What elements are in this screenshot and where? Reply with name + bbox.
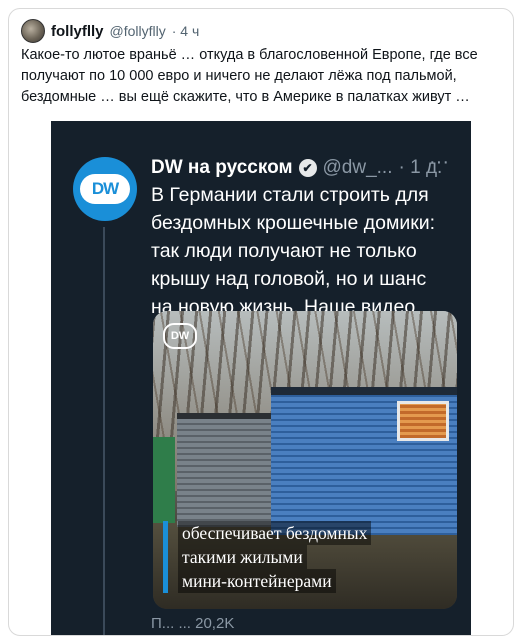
author-handle[interactable]: @follyflly — [110, 23, 166, 39]
more-options-icon[interactable]: ··· — [429, 151, 449, 174]
verified-badge-icon: ✔ — [298, 159, 317, 177]
quoted-header: DW на русском ✔ @dw_... · 1 д. — [151, 157, 442, 179]
quoted-screenshot[interactable]: DW DW на русском ✔ @dw_... · 1 д. ··· В … — [51, 121, 471, 635]
gray-cabin — [177, 413, 271, 527]
caption-line: такими жилыми — [178, 545, 307, 569]
video-caption: обеспечивает бездомных такими жилыми мин… — [163, 521, 372, 593]
avatar[interactable] — [21, 19, 45, 43]
video-thumbnail[interactable]: DW обеспечивает бездомных такими жилыми … — [153, 311, 457, 609]
post-time[interactable]: · 4 ч — [172, 23, 200, 39]
post-text: Какое-то лютое враньё … откуда в благосл… — [21, 47, 478, 105]
author-name[interactable]: follyflly — [51, 23, 104, 40]
thread-line — [103, 227, 105, 635]
video-dw-logo: DW — [163, 323, 197, 349]
post-header: follyflly @follyflly · 4 ч — [21, 19, 199, 43]
quoted-text: В Германии стали строить для бездомных к… — [151, 184, 436, 318]
post-card[interactable]: follyflly @follyflly · 4 ч Какое-то люто… — [8, 8, 514, 636]
view-count: П... ... 20,2K — [151, 615, 235, 632]
caption-line: обеспечивает бездомных — [178, 521, 372, 545]
quoted-author-name[interactable]: DW на русском — [151, 157, 293, 179]
quoted-author-handle[interactable]: @dw_... — [323, 157, 393, 179]
dw-logo-text: DW — [80, 174, 130, 204]
dw-avatar[interactable]: DW — [73, 157, 137, 221]
caption-line: мини-контейнерами — [178, 569, 336, 593]
green-cabin — [153, 437, 175, 523]
cabin-window — [397, 401, 449, 441]
